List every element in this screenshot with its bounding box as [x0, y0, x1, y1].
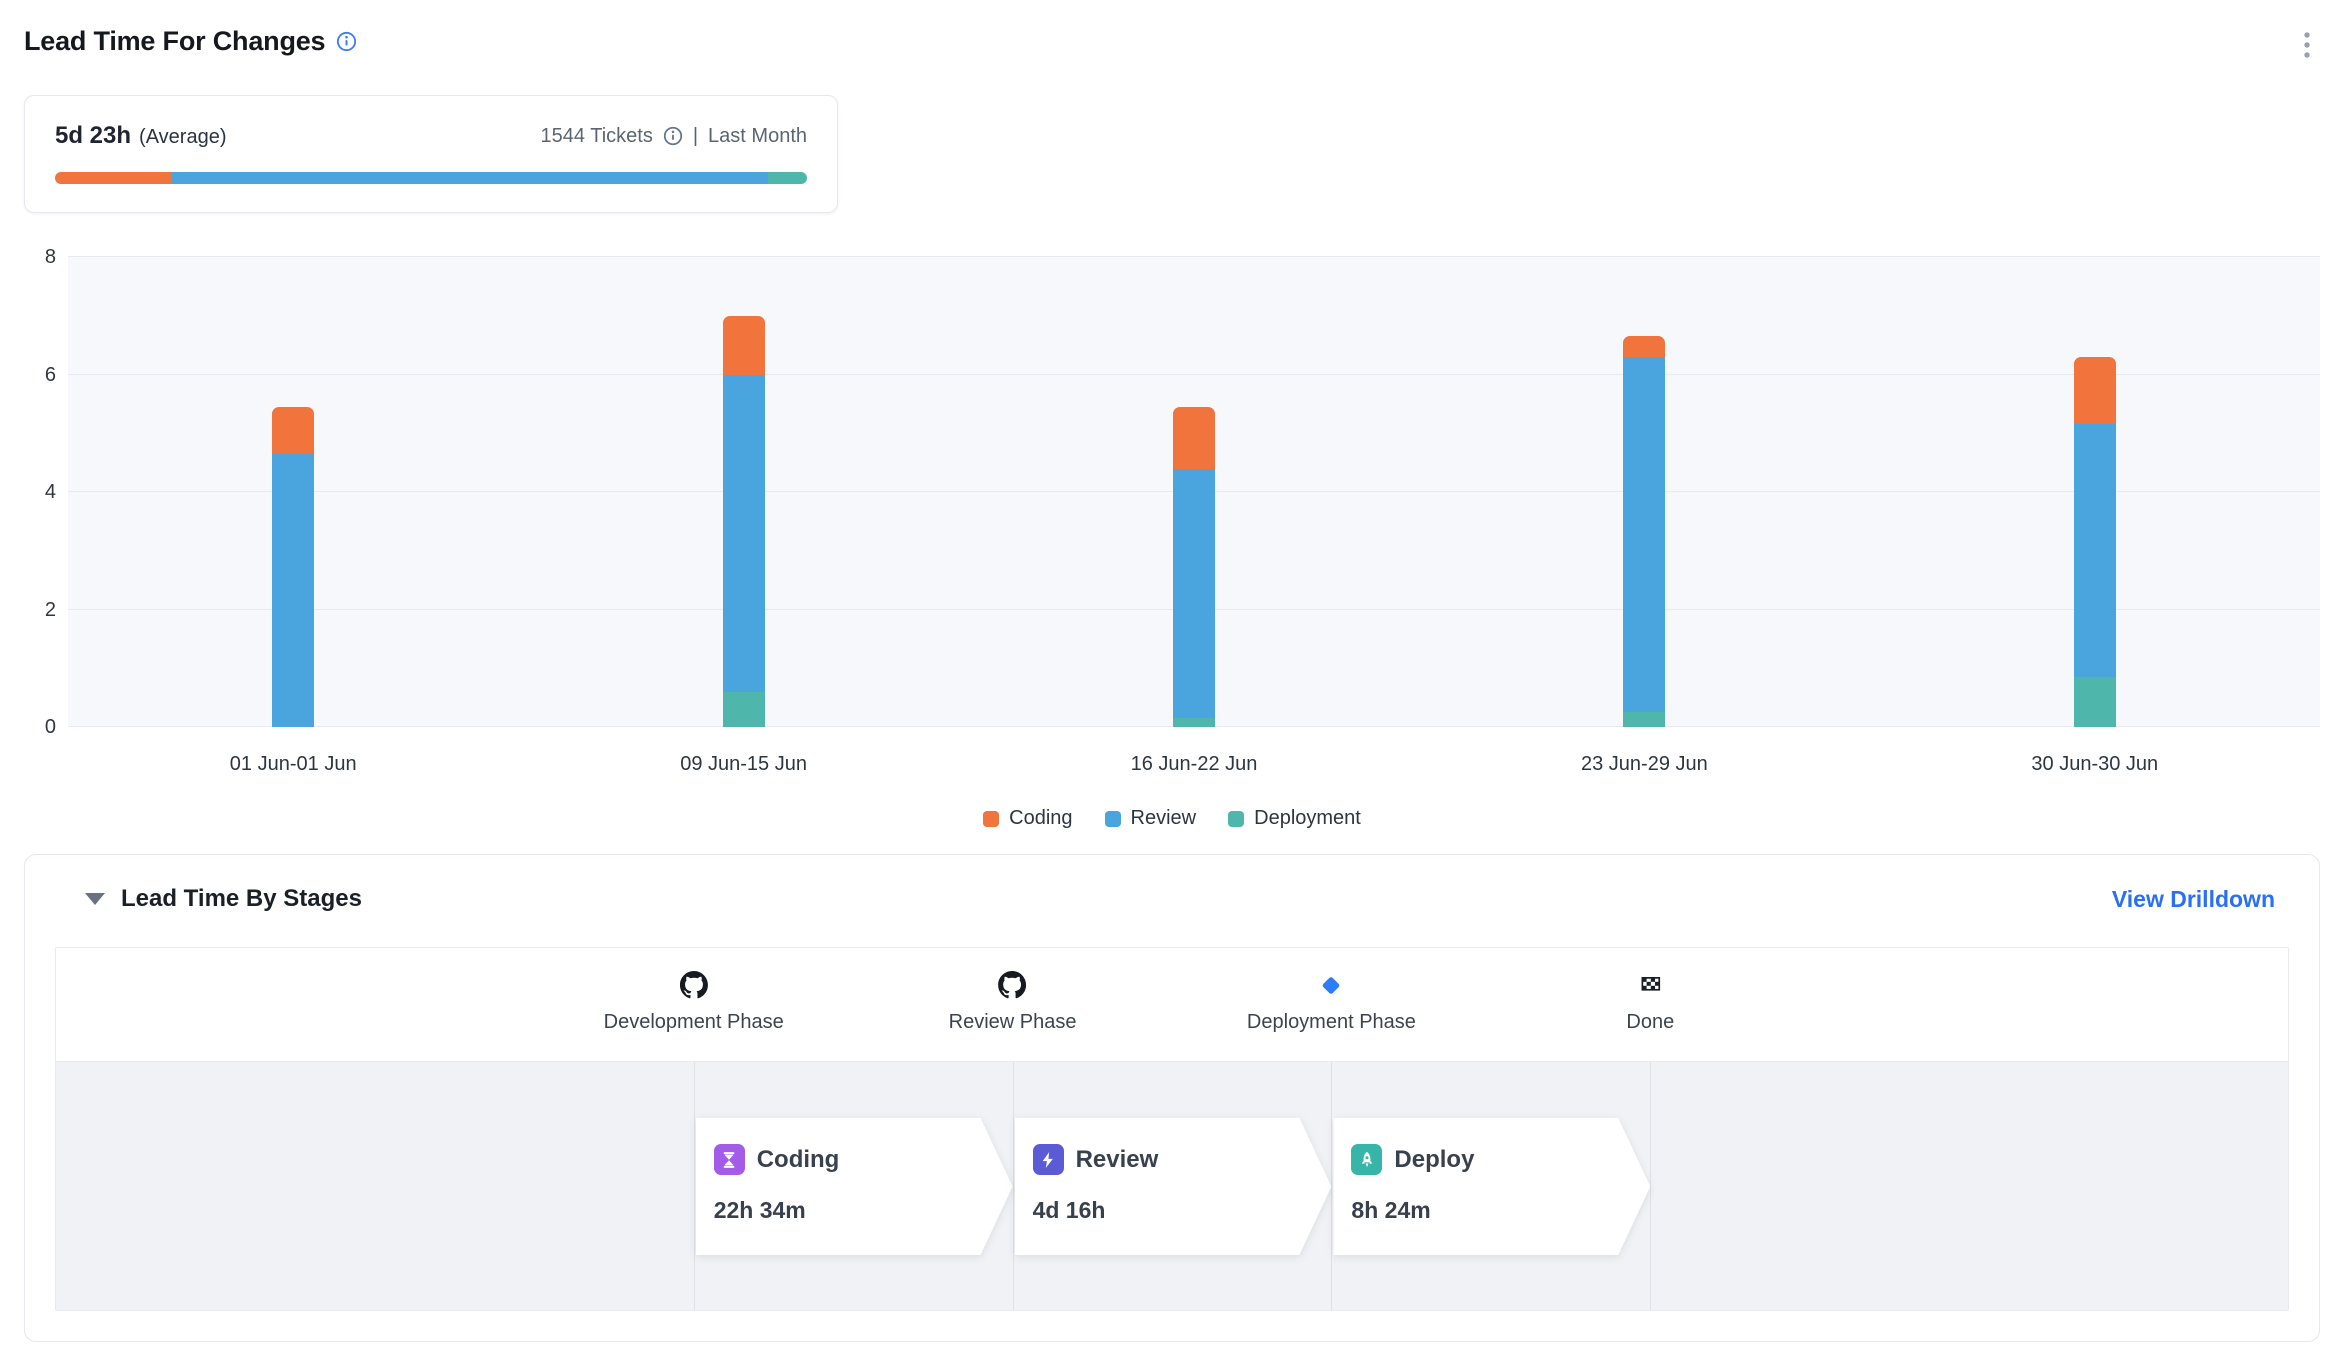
tickets-count: 1544 Tickets — [541, 125, 653, 148]
lead-time-widget: Lead Time For Changes 5d 23h (Average) — [0, 0, 2344, 1352]
x-axis-label: 01 Jun-01 Jun — [230, 753, 357, 776]
y-tick-label: 6 — [45, 365, 56, 385]
bar-segment-deployment[interactable] — [2074, 677, 2116, 727]
stages-panel-title: Lead Time By Stages — [121, 885, 362, 913]
lead-time-by-stages-panel: Lead Time By Stages View Drilldown Devel… — [24, 854, 2320, 1342]
legend-swatch-icon — [1105, 811, 1121, 827]
caret-down-icon[interactable] — [85, 893, 105, 905]
stage-duration: 4d 16h — [1033, 1197, 1332, 1224]
page-title: Lead Time For Changes — [24, 26, 325, 57]
bar-segment-coding[interactable] — [2074, 357, 2116, 425]
stage-card-review[interactable]: Review 4d 16h — [1015, 1118, 1332, 1255]
column-divider — [1650, 1062, 1651, 1310]
average-suffix: (Average) — [139, 126, 226, 149]
progress-segment-review — [172, 172, 768, 184]
average-value: 5d 23h — [55, 122, 131, 150]
bar-segment-coding[interactable] — [723, 316, 765, 375]
y-tick-label: 2 — [45, 600, 56, 620]
stage-name: Deploy — [1394, 1146, 1474, 1174]
column-divider — [694, 1062, 695, 1310]
github-icon — [680, 970, 708, 1000]
legend-label: Deployment — [1254, 807, 1361, 830]
y-tick-label: 0 — [45, 717, 56, 737]
chart-legend: Coding Review Deployment — [24, 807, 2320, 830]
info-icon[interactable] — [663, 126, 683, 146]
bar-segment-deployment[interactable] — [723, 692, 765, 727]
bar-segment-review[interactable] — [1173, 469, 1215, 719]
column-divider — [1331, 1062, 1332, 1310]
rocket-icon — [1351, 1144, 1382, 1175]
bar-segment-deployment[interactable] — [1173, 718, 1215, 727]
github-icon — [999, 970, 1027, 1000]
bar-segment-coding[interactable] — [1623, 336, 1665, 357]
y-tick-label: 8 — [45, 247, 56, 267]
chart-x-labels: 01 Jun-01 Jun 09 Jun-15 Jun 16 Jun-22 Jun 2… — [68, 753, 2320, 781]
stage-duration: 8h 24m — [1351, 1197, 1650, 1224]
y-tick-label: 4 — [45, 482, 56, 502]
chart-plot-area — [68, 257, 2320, 727]
stage-duration: 22h 34m — [714, 1197, 1013, 1224]
phase-label: Review Phase — [949, 1011, 1077, 1034]
hourglass-icon — [714, 1144, 745, 1175]
phase-done: Done — [1626, 970, 1674, 1034]
checkered-flag-icon — [1637, 970, 1664, 1000]
progress-segment-coding — [55, 172, 172, 184]
stages-body: Coding 22h 34m Review 4d 16h Deploy 8h 24m — [56, 1062, 2288, 1310]
x-axis-label: 09 Jun-15 Jun — [680, 753, 807, 776]
stage-card-deploy[interactable]: Deploy 8h 24m — [1333, 1118, 1650, 1255]
chart-bar[interactable] — [1173, 257, 1215, 727]
phase-label: Development Phase — [604, 1011, 784, 1034]
kebab-menu-icon[interactable] — [2294, 26, 2320, 69]
info-icon[interactable] — [336, 31, 357, 52]
bar-segment-coding[interactable] — [272, 407, 314, 454]
x-axis-label: 23 Jun-29 Jun — [1581, 753, 1708, 776]
bar-segment-review[interactable] — [272, 454, 314, 727]
legend-swatch-icon — [1228, 811, 1244, 827]
bar-segment-review[interactable] — [723, 375, 765, 692]
x-axis-label: 16 Jun-22 Jun — [1131, 753, 1258, 776]
stage-name: Coding — [757, 1146, 840, 1174]
legend-item-coding[interactable]: Coding — [983, 807, 1072, 830]
widget-header: Lead Time For Changes — [24, 26, 2320, 69]
bar-segment-deployment[interactable] — [1623, 712, 1665, 727]
chart-bar[interactable] — [723, 257, 765, 727]
phase-deployment-phase: Deployment Phase — [1247, 970, 1416, 1034]
chart-bar[interactable] — [272, 257, 314, 727]
x-axis-label: 30 Jun-30 Jun — [2031, 753, 2158, 776]
chart-y-axis: 02468 — [24, 257, 68, 727]
diamond-icon — [1318, 970, 1345, 1000]
view-drilldown-link[interactable]: View Drilldown — [2112, 886, 2275, 913]
phase-development-phase: Development Phase — [604, 970, 784, 1034]
average-summary-card: 5d 23h (Average) 1544 Tickets | Last Mon… — [24, 95, 838, 213]
legend-swatch-icon — [983, 811, 999, 827]
legend-label: Review — [1131, 807, 1197, 830]
phase-label: Deployment Phase — [1247, 1011, 1416, 1034]
bar-segment-review[interactable] — [2074, 424, 2116, 677]
legend-item-deployment[interactable]: Deployment — [1228, 807, 1361, 830]
separator: | — [693, 125, 698, 148]
bolt-icon — [1033, 1144, 1064, 1175]
stage-card-coding[interactable]: Coding 22h 34m — [696, 1118, 1013, 1255]
legend-item-review[interactable]: Review — [1105, 807, 1197, 830]
chart-bar[interactable] — [2074, 257, 2116, 727]
phase-header-row: Development Phase Review Phase Deployment … — [56, 948, 2288, 1062]
stage-name: Review — [1076, 1146, 1159, 1174]
legend-label: Coding — [1009, 807, 1072, 830]
chart-bar[interactable] — [1623, 257, 1665, 727]
period-label: Last Month — [708, 125, 807, 148]
bar-segment-review[interactable] — [1623, 357, 1665, 712]
phase-label: Done — [1626, 1011, 1674, 1034]
column-divider — [1013, 1062, 1014, 1310]
bar-segment-coding[interactable] — [1173, 407, 1215, 469]
lead-time-chart: 02468 01 Jun-01 Jun09 Jun-15 Jun16 Jun-2… — [24, 257, 2320, 830]
progress-segment-deployment — [768, 172, 807, 184]
summary-progress-bar — [55, 172, 807, 184]
stages-table: Development Phase Review Phase Deployment … — [55, 947, 2289, 1311]
phase-review-phase: Review Phase — [949, 970, 1077, 1034]
